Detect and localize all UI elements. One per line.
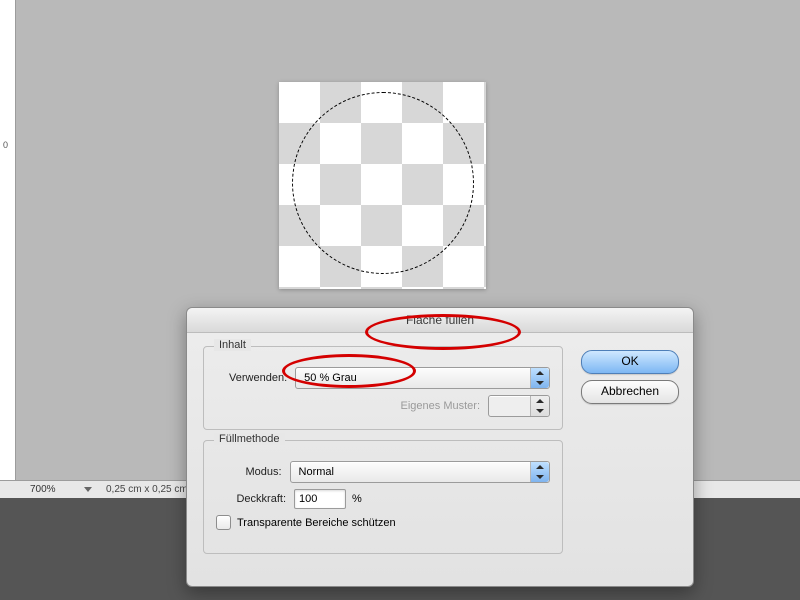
document-dimensions: 0,25 cm x 0,25 cm [106, 484, 188, 495]
stepper-icon [530, 396, 549, 416]
preserve-transparency-checkbox[interactable]: Transparente Bereiche schützen [216, 515, 550, 530]
pattern-select [488, 395, 550, 417]
zoom-dropdown-icon[interactable] [84, 487, 92, 492]
fill-dialog: Fläche füllen Inhalt Verwenden: 50 % Gra… [186, 307, 694, 587]
use-label: Verwenden: [216, 372, 287, 384]
zoom-level[interactable]: 700% [30, 484, 70, 495]
use-select-value: 50 % Grau [304, 372, 357, 384]
status-bar: 700% 0,25 cm x 0,25 cm [0, 480, 212, 498]
group-content-legend: Inhalt [214, 339, 251, 351]
mode-select-value: Normal [299, 466, 334, 478]
document-canvas[interactable] [279, 82, 486, 289]
cancel-button[interactable]: Abbrechen [581, 380, 679, 404]
checkbox-icon [216, 515, 231, 530]
opacity-unit: % [352, 493, 362, 505]
opacity-label: Deckkraft: [216, 493, 286, 505]
ruler-tick-0: 0 [3, 140, 8, 150]
preserve-transparency-label: Transparente Bereiche schützen [237, 517, 396, 529]
app-stage: 0 700% 0,25 cm x 0,25 cm Fläche füllen I… [0, 0, 800, 600]
mode-label: Modus: [216, 466, 282, 478]
use-select[interactable]: 50 % Grau [295, 367, 550, 389]
group-content: Inhalt Verwenden: 50 % Grau Eigenes Must… [203, 346, 563, 430]
stepper-icon [530, 368, 549, 388]
stepper-icon [530, 462, 549, 482]
opacity-input[interactable] [294, 489, 346, 509]
dialog-title: Fläche füllen [187, 308, 693, 333]
ok-button[interactable]: OK [581, 350, 679, 374]
selection-marquee [292, 92, 474, 274]
mode-select[interactable]: Normal [290, 461, 550, 483]
ruler-vertical: 0 [0, 0, 16, 498]
group-blending-legend: Füllmethode [214, 433, 285, 445]
group-blending: Füllmethode Modus: Normal Deckkraft: % [203, 440, 563, 554]
pattern-label: Eigenes Muster: [401, 400, 480, 412]
